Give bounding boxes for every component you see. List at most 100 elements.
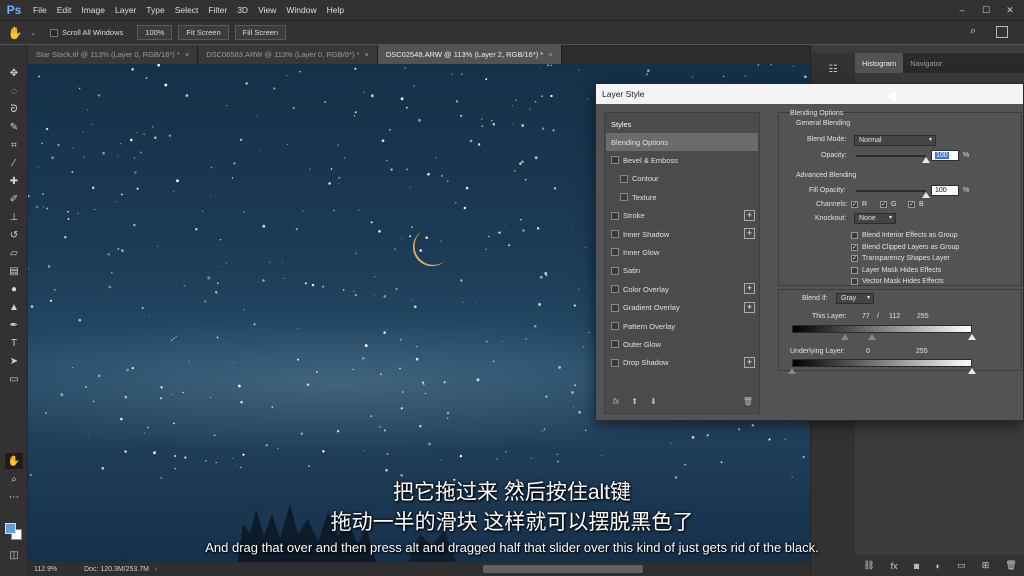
add-effect-icon[interactable]: + bbox=[744, 356, 755, 368]
checkbox-icon[interactable] bbox=[50, 28, 58, 37]
shape-tool-icon[interactable]: ▭ bbox=[5, 371, 23, 387]
blur-tool-icon[interactable]: ● bbox=[5, 281, 23, 297]
adjustment-icon[interactable]: ◐ bbox=[935, 561, 940, 571]
this-layer-black-thumb-right[interactable] bbox=[868, 334, 876, 340]
quick-select-tool-icon[interactable]: ✎ bbox=[5, 119, 23, 135]
style-item-bevel-emboss[interactable]: Bevel & Emboss bbox=[606, 151, 758, 169]
style-checkbox[interactable] bbox=[611, 322, 619, 330]
style-checkbox[interactable] bbox=[611, 248, 619, 257]
style-checkbox[interactable] bbox=[620, 193, 628, 202]
underlying-white-thumb[interactable] bbox=[968, 368, 976, 374]
style-item-contour[interactable]: Contour bbox=[606, 170, 758, 188]
new-layer-icon[interactable]: ⊞ bbox=[982, 560, 990, 571]
style-checkbox[interactable] bbox=[611, 266, 619, 275]
menu-filter[interactable]: Filter bbox=[203, 5, 232, 15]
mask-icon[interactable]: ◙ bbox=[914, 561, 919, 571]
history-brush-icon[interactable]: ↺ bbox=[5, 227, 23, 243]
zoom-100-button[interactable]: 100% bbox=[137, 25, 173, 40]
path-select-icon[interactable]: ➤ bbox=[5, 353, 23, 369]
style-checkbox[interactable] bbox=[611, 285, 619, 294]
close-icon[interactable]: × bbox=[185, 50, 189, 59]
menu-image[interactable]: Image bbox=[76, 5, 110, 15]
chevron-right-icon[interactable]: › bbox=[155, 566, 157, 573]
tab-star-stack[interactable]: Star Stack.tif @ 113% (Layer 0, RGB/16*)… bbox=[28, 45, 199, 64]
menu-file[interactable]: File bbox=[28, 5, 52, 15]
blend-option-checkbox[interactable] bbox=[851, 266, 858, 274]
add-effect-icon[interactable]: + bbox=[744, 283, 755, 295]
style-item-pattern-overlay[interactable]: Pattern Overlay bbox=[606, 317, 758, 335]
hand-tool-icon[interactable]: ✋ bbox=[0, 26, 30, 40]
maximize-icon[interactable]: ☐ bbox=[978, 0, 994, 20]
blend-option-checkbox[interactable]: ✓ bbox=[851, 243, 858, 251]
styles-header[interactable]: Styles bbox=[606, 115, 758, 133]
pen-tool-icon[interactable]: ✒ bbox=[5, 317, 23, 333]
fx-icon[interactable]: fx bbox=[613, 397, 619, 406]
style-item-inner-shadow[interactable]: Inner Shadow + bbox=[606, 225, 758, 243]
underlying-black-thumb[interactable] bbox=[788, 368, 796, 374]
style-checkbox[interactable] bbox=[611, 156, 619, 165]
this-layer-black-thumb-left[interactable] bbox=[841, 334, 849, 340]
tab-dsc06583[interactable]: DSC06583.ARW @ 113% (Layer 0, RGB/8*) * … bbox=[198, 45, 378, 64]
tab-navigator[interactable]: Navigator bbox=[903, 53, 949, 73]
scroll-all-windows-checkbox[interactable]: Scroll All Windows bbox=[50, 28, 123, 37]
this-layer-white-thumb[interactable] bbox=[968, 334, 976, 340]
chevron-down-icon[interactable]: ⌄ bbox=[30, 29, 40, 37]
close-icon[interactable]: × bbox=[364, 50, 368, 59]
opacity-slider-thumb[interactable] bbox=[922, 157, 930, 163]
link-icon[interactable]: ⛓ bbox=[863, 560, 874, 571]
style-item-drop-shadow[interactable]: Drop Shadow + bbox=[606, 354, 758, 372]
eraser-tool-icon[interactable]: ▱ bbox=[5, 245, 23, 261]
folder-icon[interactable]: ▭ bbox=[957, 560, 966, 571]
marquee-tool-icon[interactable]: ◌ bbox=[5, 83, 23, 99]
channel-r-checkbox[interactable]: ✓ bbox=[851, 201, 858, 208]
style-item-inner-glow[interactable]: Inner Glow bbox=[606, 243, 758, 261]
blend-option-checkbox[interactable]: ✓ bbox=[851, 255, 858, 262]
crop-tool-icon[interactable]: ⌗ bbox=[5, 137, 23, 153]
workspace-icon[interactable] bbox=[996, 26, 1008, 38]
style-item-satin[interactable]: Satin bbox=[606, 262, 758, 280]
style-item-blending-options[interactable]: Blending Options bbox=[606, 133, 758, 151]
stamp-tool-icon[interactable]: ⊥ bbox=[5, 209, 23, 225]
fit-screen-button[interactable]: Fit Screen bbox=[178, 25, 229, 40]
menu-3d[interactable]: 3D bbox=[232, 5, 253, 15]
add-effect-icon[interactable]: + bbox=[744, 301, 755, 313]
dodge-tool-icon[interactable]: ▲ bbox=[5, 299, 23, 315]
fill-screen-button[interactable]: Fill Screen bbox=[234, 25, 287, 40]
channel-b-checkbox[interactable]: ✓ bbox=[908, 201, 915, 208]
close-icon[interactable]: ✕ bbox=[1002, 0, 1018, 20]
menu-select[interactable]: Select bbox=[170, 5, 204, 15]
fill-opacity-slider-thumb[interactable] bbox=[922, 192, 930, 198]
menu-view[interactable]: View bbox=[253, 5, 281, 15]
knockout-dropdown[interactable]: None ▾ bbox=[854, 213, 896, 224]
style-checkbox[interactable] bbox=[611, 303, 619, 312]
close-icon[interactable]: × bbox=[548, 50, 552, 59]
minimize-icon[interactable]: – bbox=[954, 0, 970, 20]
style-item-color-overlay[interactable]: Color Overlay + bbox=[606, 280, 758, 298]
style-checkbox[interactable] bbox=[611, 230, 619, 238]
style-item-outer-glow[interactable]: Outer Glow bbox=[606, 335, 758, 353]
lasso-tool-icon[interactable]: ᘐ bbox=[5, 101, 23, 117]
gradient-tool-icon[interactable]: ▤ bbox=[5, 263, 23, 279]
menu-type[interactable]: Type bbox=[141, 5, 169, 15]
style-item-stroke[interactable]: Stroke + bbox=[606, 207, 758, 225]
blend-mode-dropdown[interactable]: Normal ▾ bbox=[854, 135, 936, 146]
menu-edit[interactable]: Edit bbox=[52, 5, 77, 15]
blend-option-checkbox[interactable] bbox=[851, 278, 858, 285]
move-up-icon[interactable]: ⬆ bbox=[631, 397, 638, 406]
fill-opacity-slider[interactable] bbox=[856, 190, 926, 192]
search-icon[interactable]: ⌕ bbox=[970, 25, 976, 38]
dialog-title[interactable]: Layer Style bbox=[596, 84, 1023, 104]
brush-tool-icon[interactable]: ✐ bbox=[5, 191, 23, 207]
type-tool-icon[interactable]: T bbox=[5, 335, 23, 351]
style-checkbox[interactable] bbox=[620, 174, 628, 183]
channel-g-checkbox[interactable]: ✓ bbox=[880, 201, 887, 208]
menu-window[interactable]: Window bbox=[281, 5, 321, 15]
style-item-texture[interactable]: Texture bbox=[606, 188, 758, 206]
blend-if-dropdown[interactable]: Gray ▾ bbox=[836, 293, 874, 304]
menu-layer[interactable]: Layer bbox=[110, 5, 141, 15]
style-item-gradient-overlay[interactable]: Gradient Overlay + bbox=[606, 299, 758, 317]
zoom-readout[interactable]: 112.9% bbox=[28, 566, 84, 573]
trash-icon[interactable]: 🗑 bbox=[743, 397, 753, 406]
properties-icon[interactable]: ☷ bbox=[825, 61, 841, 77]
horizontal-scrollbar[interactable] bbox=[483, 565, 643, 573]
